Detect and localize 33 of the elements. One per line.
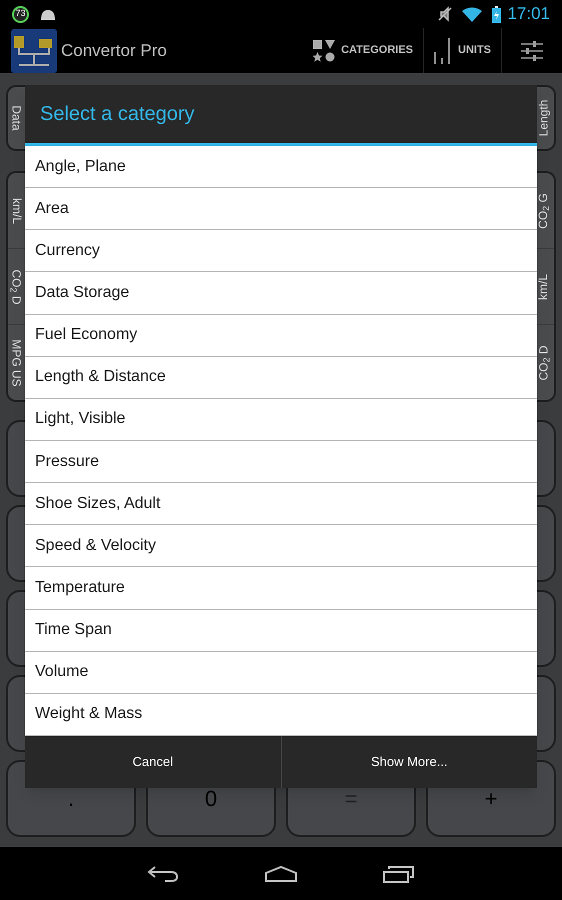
category-list-item[interactable]: Angle, Plane	[25, 146, 537, 188]
home-icon[interactable]	[264, 864, 298, 882]
category-list-item[interactable]: Area	[25, 188, 537, 230]
side-tab[interactable]: km/L	[8, 173, 25, 248]
battery-icon	[492, 6, 502, 22]
battery-level-badge: 73	[12, 6, 29, 22]
android-icon	[39, 8, 57, 20]
side-tab[interactable]: Length	[532, 87, 554, 149]
category-list-item[interactable]: Fuel Economy	[25, 314, 537, 357]
category-list-item[interactable]: Currency	[25, 230, 537, 272]
app-title: Convertor Pro	[61, 40, 167, 62]
wifi-icon	[462, 6, 482, 22]
category-list-item[interactable]: Time Span	[25, 610, 537, 652]
app-logo-icon[interactable]	[11, 28, 57, 72]
clock-time: 17:01	[507, 3, 550, 26]
bars-icon	[434, 38, 452, 64]
category-list-item[interactable]: Weight & Mass	[25, 694, 537, 736]
category-list-item[interactable]: Temperature	[25, 567, 537, 610]
category-list-item[interactable]: Pressure	[25, 440, 537, 484]
category-list-item[interactable]: Light, Visible	[25, 398, 537, 441]
dialog-button[interactable]: Show More...	[280, 736, 537, 788]
dialog-title: Select a category	[40, 102, 195, 127]
category-list-item[interactable]: Data Storage	[25, 272, 537, 315]
recent-apps-icon[interactable]	[383, 864, 415, 882]
shapes-icon	[313, 40, 336, 62]
mute-icon	[438, 6, 452, 22]
back-icon[interactable]	[147, 864, 179, 882]
settings-icon[interactable]	[520, 38, 544, 62]
category-list-item[interactable]: Volume	[25, 652, 537, 694]
category-list-item[interactable]: Shoe Sizes, Adult	[25, 483, 537, 526]
category-list-item[interactable]: Speed & Velocity	[25, 525, 537, 568]
category-list-item[interactable]: Length & Distance	[25, 356, 537, 399]
side-tab[interactable]: Data	[8, 87, 25, 149]
